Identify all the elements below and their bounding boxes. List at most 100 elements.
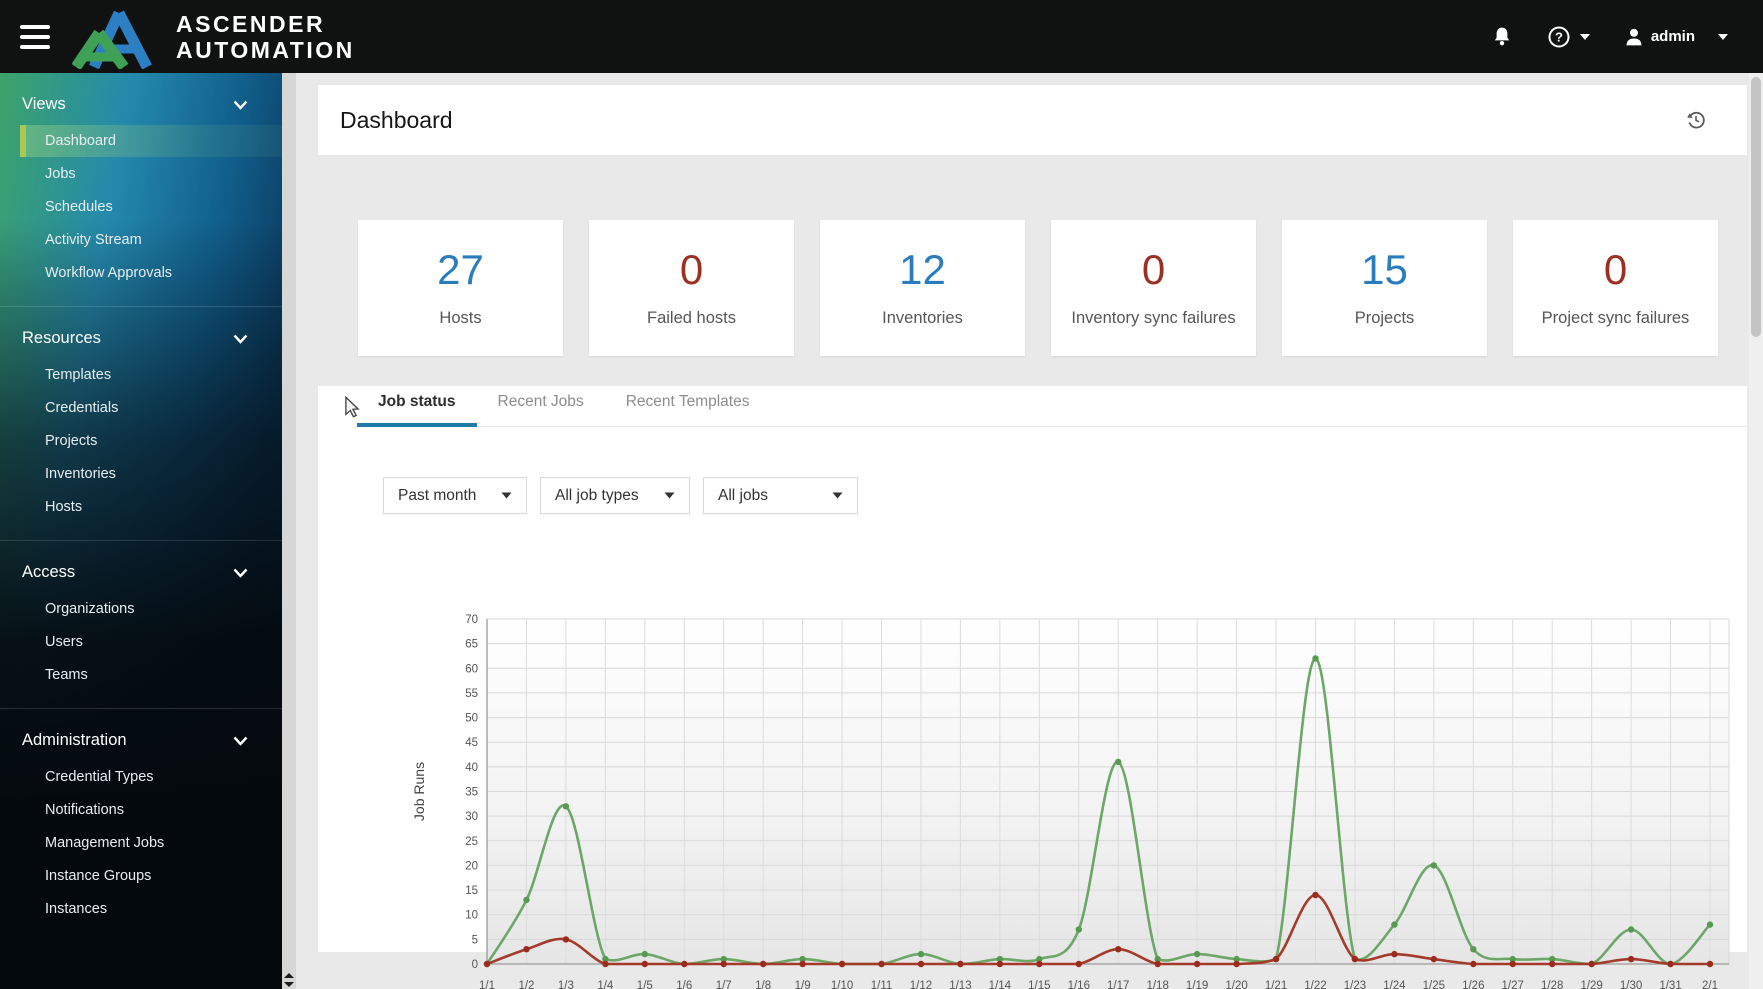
page-title: Dashboard xyxy=(340,106,453,133)
top-header: ASCENDER AUTOMATION ? admin xyxy=(0,0,1763,73)
sidebar-section-access: Access Organizations Users Teams xyxy=(0,540,282,708)
sidebar-scrollbar[interactable] xyxy=(282,73,296,989)
app-window: ASCENDER AUTOMATION ? admin Views Dashbo… xyxy=(0,0,1763,989)
data-point-failed xyxy=(1154,960,1161,968)
card-label: Project sync failures xyxy=(1541,308,1690,327)
data-point-failed xyxy=(1391,950,1398,958)
sidebar-item-schedules[interactable]: Schedules xyxy=(0,191,282,223)
data-point-failed xyxy=(1627,955,1635,963)
sidebar-item-instance-groups[interactable]: Instance Groups xyxy=(0,860,282,892)
page-scrollbar[interactable] xyxy=(1749,73,1763,989)
data-point-failed xyxy=(1706,960,1714,968)
sidebar-item-jobs[interactable]: Jobs xyxy=(0,158,282,190)
user-menu-button[interactable]: admin xyxy=(1625,28,1729,46)
data-point-failed xyxy=(641,960,648,968)
data-point-failed xyxy=(602,960,609,968)
sidebar-item-activity-stream[interactable]: Activity Stream xyxy=(0,224,282,256)
card-failed-hosts[interactable]: 0 Failed hosts xyxy=(589,220,794,356)
data-point-successful xyxy=(1193,950,1201,958)
card-value: 27 xyxy=(437,245,484,293)
sidebar-item-templates[interactable]: Templates xyxy=(0,359,282,391)
data-point-failed xyxy=(878,960,885,968)
help-menu-button[interactable]: ? xyxy=(1547,25,1591,49)
sidebar-item-dashboard[interactable]: Dashboard xyxy=(20,125,282,157)
x-tick-label: 1/21 xyxy=(1265,980,1287,989)
sidebar-item-notifications[interactable]: Notifications xyxy=(0,794,282,826)
sidebar-item-organizations[interactable]: Organizations xyxy=(0,593,282,625)
card-label: Inventories xyxy=(882,308,963,327)
sidebar-item-management-jobs[interactable]: Management Jobs xyxy=(0,827,282,859)
caret-down-icon xyxy=(664,492,675,499)
tab-job-status[interactable]: Job status xyxy=(357,393,477,427)
x-tick-label: 1/11 xyxy=(871,980,893,989)
data-point-successful xyxy=(1627,926,1635,933)
sidebar-section-header-views[interactable]: Views xyxy=(0,87,282,124)
chevron-down-icon xyxy=(233,100,248,110)
card-inventories[interactable]: 12 Inventories xyxy=(820,220,1025,356)
x-tick-label: 1/30 xyxy=(1620,980,1642,989)
scrollbar-thumb[interactable] xyxy=(1751,77,1761,337)
y-tick-label: 60 xyxy=(465,663,478,675)
refresh-history-button[interactable] xyxy=(1685,109,1707,131)
menu-toggle-icon[interactable] xyxy=(20,24,50,49)
data-point-failed xyxy=(1430,955,1438,963)
page-title-bar: Dashboard xyxy=(318,85,1747,155)
data-point-failed xyxy=(681,960,688,968)
x-tick-label: 1/29 xyxy=(1580,980,1602,989)
y-tick-label: 15 xyxy=(465,885,478,897)
filter-dropdown-past-month[interactable]: Past month xyxy=(383,477,527,514)
sidebar-item-credential-types[interactable]: Credential Types xyxy=(0,761,282,793)
data-point-failed xyxy=(1549,960,1556,968)
data-point-failed xyxy=(760,960,767,968)
card-label: Hosts xyxy=(439,308,482,327)
data-point-successful xyxy=(1391,921,1398,928)
data-point-failed xyxy=(1588,960,1595,968)
svg-text:?: ? xyxy=(1555,29,1563,44)
data-point-failed xyxy=(1193,960,1201,968)
chevron-down-icon xyxy=(1718,33,1728,40)
data-point-successful xyxy=(917,950,925,958)
data-point-successful xyxy=(1312,655,1319,662)
card-hosts[interactable]: 27 Hosts xyxy=(358,220,563,356)
brand-logo[interactable]: ASCENDER AUTOMATION xyxy=(72,5,355,69)
card-label: Inventory sync failures xyxy=(1071,308,1236,327)
data-point-failed xyxy=(1509,960,1516,968)
job-status-chart: 0 5 10 15 20 25 30 35 40 45 50 55 60 65 70 1/1 1/2 1/3 1/4… xyxy=(352,603,1752,989)
x-tick-label: 1/7 xyxy=(716,980,732,989)
filter-dropdown-all-jobs[interactable]: All jobs xyxy=(703,477,858,514)
filter-dropdown-all-job-types[interactable]: All job types xyxy=(540,477,690,514)
sidebar-section-views: Views Dashboard Jobs Schedules Activity Stre… xyxy=(0,73,282,306)
chevron-down-icon xyxy=(1579,33,1590,40)
sidebar-item-projects[interactable]: Projects xyxy=(0,425,282,457)
y-tick-label: 45 xyxy=(465,737,478,749)
sidebar-section-header-administration[interactable]: Administration xyxy=(0,723,282,760)
notifications-button[interactable] xyxy=(1491,26,1513,48)
card-value: 0 xyxy=(679,245,704,293)
data-point-failed xyxy=(483,960,491,968)
tab-recent-templates[interactable]: Recent Templates xyxy=(605,393,771,427)
filter-label: All job types xyxy=(555,486,639,504)
data-point-successful xyxy=(1430,862,1438,869)
sidebar-item-instances[interactable]: Instances xyxy=(0,893,282,925)
y-tick-label: 5 xyxy=(472,934,478,946)
y-tick-label: 25 xyxy=(465,836,478,848)
sidebar-item-workflow-approvals[interactable]: Workflow Approvals xyxy=(0,257,282,289)
x-tick-label: 1/16 xyxy=(1068,980,1090,989)
sidebar-item-teams[interactable]: Teams xyxy=(0,659,282,691)
sidebar-item-hosts[interactable]: Hosts xyxy=(0,491,282,523)
sidebar-section-header-access[interactable]: Access xyxy=(0,555,282,592)
sidebar-item-inventories[interactable]: Inventories xyxy=(0,458,282,490)
card-project-sync-failures[interactable]: 0 Project sync failures xyxy=(1513,220,1718,356)
main-content: Dashboard 27 Hosts 0 Failed hosts 12 Inventor… xyxy=(296,73,1749,989)
x-tick-label: 1/26 xyxy=(1462,980,1484,989)
chevron-down-icon xyxy=(233,736,248,746)
sidebar-item-users[interactable]: Users xyxy=(0,626,282,658)
card-projects[interactable]: 15 Projects xyxy=(1282,220,1487,356)
y-tick-label: 0 xyxy=(472,959,478,971)
tab-recent-jobs[interactable]: Recent Jobs xyxy=(477,393,605,427)
sidebar-section-header-resources[interactable]: Resources xyxy=(0,321,282,358)
x-tick-label: 2/1 xyxy=(1702,980,1718,989)
x-tick-label: 1/12 xyxy=(910,980,932,989)
sidebar-item-credentials[interactable]: Credentials xyxy=(0,392,282,424)
card-inventory-sync-failures[interactable]: 0 Inventory sync failures xyxy=(1051,220,1256,356)
